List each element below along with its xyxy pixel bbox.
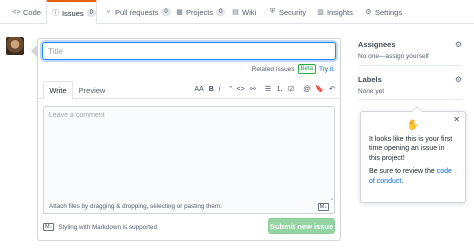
reply-icon[interactable]: ↶ [329, 84, 335, 96]
tab-insights-label: Insights [327, 7, 353, 17]
markdown-icon: M↓ [317, 202, 329, 211]
quote-icon[interactable]: ” [229, 84, 231, 96]
markdown-icon: M↓ [43, 223, 55, 231]
tab-write[interactable]: Write [43, 81, 73, 100]
labels-section: Labels ⚙ None yet [358, 75, 462, 100]
assignees-section: Assignees ⚙ No one—assign yourself [358, 40, 462, 66]
markdown-toolbar: AA B i ” <> ⚯ ☰ ⒈ ☑ @ 🔖 ↶ [189, 84, 335, 96]
first-issue-popover: ✕ ✋ It looks like this is your first tim… [360, 106, 466, 203]
tab-preview[interactable]: Preview [76, 81, 108, 99]
assignees-header[interactable]: Assignees ⚙ [358, 40, 462, 49]
bookmark-icon[interactable]: 🔖 [315, 84, 324, 96]
italic-icon[interactable]: i [219, 84, 221, 96]
tab-pull-requests[interactable]: ⑂ Pull requests 0 [104, 0, 171, 24]
projects-icon: ▦ [176, 9, 183, 16]
title-input[interactable] [42, 42, 336, 60]
labels-heading: Labels [358, 75, 382, 84]
pull-requests-count: 0 [161, 8, 171, 16]
tab-code-label: Code [23, 7, 41, 17]
tab-wiki-label: Wiki [242, 7, 257, 17]
tab-wiki[interactable]: ▤ Wiki [231, 0, 256, 24]
popover-conduct-prefix: Be sure to review the [369, 168, 437, 175]
submit-issue-button[interactable]: Submit new issue [268, 218, 335, 234]
mention-icon[interactable]: @ [303, 84, 310, 96]
tab-insights[interactable]: ▥ Insights [316, 0, 353, 24]
new-issue-form: Related Issues Beta Try it. Write Previe… [31, 38, 341, 241]
markdown-help[interactable]: M↓ Styling with Markdown is supported [43, 223, 157, 231]
popover-conduct-text: Be sure to review the code of conduct. [369, 167, 457, 186]
avatar[interactable] [6, 37, 24, 55]
projects-count: 0 [216, 8, 226, 16]
comment-textarea[interactable] [43, 106, 335, 206]
tab-pull-requests-label: Pull requests [115, 7, 159, 17]
tab-settings-label: Settings [375, 7, 403, 17]
tab-projects-label: Projects [186, 7, 214, 17]
tab-projects[interactable]: ▦ Projects 0 [175, 0, 226, 24]
tab-issues[interactable]: ⓘ Issues 0 [46, 0, 97, 25]
attach-files-text: Attach files by dragging & dropping, sel… [49, 203, 222, 210]
labels-value: None yet [358, 88, 385, 95]
close-icon[interactable]: ✕ [453, 115, 460, 125]
issue-icon: ⓘ [51, 10, 59, 17]
tab-security[interactable]: ⛨ Security [268, 0, 306, 24]
wiki-icon: ▤ [232, 9, 239, 16]
related-issues: Related Issues Beta Try it. [252, 64, 335, 74]
gear-icon[interactable]: ⚙ [455, 75, 462, 84]
tab-issues-label: Issues [61, 8, 84, 18]
task-list-icon[interactable]: ☑ [288, 84, 294, 96]
tab-code[interactable]: <> Code [12, 0, 41, 24]
try-it-link[interactable]: Try it. [319, 66, 335, 73]
pull-request-icon: ⑂ [106, 8, 111, 16]
bold-icon[interactable]: B [209, 84, 214, 96]
numbered-list-icon[interactable]: ⒈ [276, 84, 283, 96]
labels-header[interactable]: Labels ⚙ [358, 75, 462, 84]
graph-icon: ▥ [317, 9, 324, 16]
editor-tabs: Write Preview AA B i ” <> ⚯ ☰ ⒈ ☑ @ 🔖 ↶ [38, 81, 340, 100]
attach-files-bar[interactable]: Attach files by dragging & dropping, sel… [43, 200, 335, 214]
shield-icon: ⛨ [269, 8, 276, 15]
link-icon[interactable]: ⚯ [250, 84, 256, 96]
tab-settings[interactable]: ⚙ Settings [364, 0, 402, 24]
popover-conduct-suffix: . [401, 177, 404, 185]
assignees-heading: Assignees [358, 40, 396, 49]
popover-text: It looks like this is your first time op… [369, 135, 453, 162]
code-icon: <> [12, 8, 21, 16]
assignees-value[interactable]: No one—assign yourself [358, 53, 462, 60]
markdown-help-text: Styling with Markdown is supported [58, 223, 158, 231]
gear-icon[interactable]: ⚙ [455, 40, 462, 49]
repo-nav: <> Code ⓘ Issues 0 ⑂ Pull requests 0 ▦ P… [0, 0, 474, 25]
header-text-icon[interactable]: AA [194, 84, 203, 96]
beta-badge: Beta [297, 64, 316, 74]
wave-icon: ✋ [406, 120, 420, 131]
tab-security-label: Security [279, 7, 307, 17]
gear-icon: ⚙ [365, 9, 372, 16]
bulleted-list-icon[interactable]: ☰ [265, 84, 271, 96]
issues-count: 0 [86, 9, 96, 17]
code-icon[interactable]: <> [237, 84, 245, 96]
related-issues-label: Related Issues [251, 65, 295, 73]
